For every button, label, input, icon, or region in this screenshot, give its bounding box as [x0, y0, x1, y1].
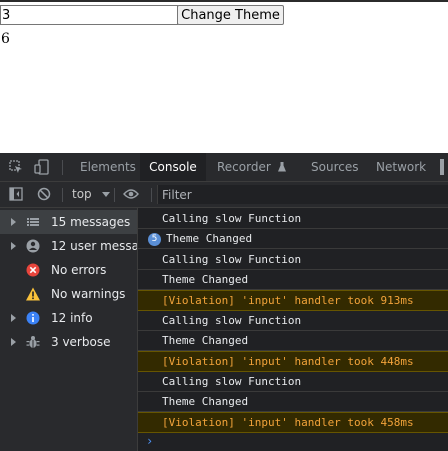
inspect-element-icon[interactable]	[6, 157, 26, 177]
user-icon	[25, 238, 41, 254]
console-message[interactable]: 5 Theme Changed	[138, 229, 448, 249]
tab-network[interactable]: Network	[376, 153, 426, 181]
expand-arrow-icon	[11, 242, 16, 250]
sidebar-item-info[interactable]: 12 info	[0, 306, 137, 330]
toolbar-divider	[114, 188, 115, 202]
console-message[interactable]: Calling slow Function	[138, 372, 448, 392]
tab-sources[interactable]: Sources	[311, 153, 358, 181]
expand-arrow-icon	[11, 314, 16, 322]
result-text: 6	[1, 31, 10, 47]
context-label: top	[72, 187, 92, 201]
console-toolbar: top	[0, 182, 448, 208]
message-text: Calling slow Function	[162, 375, 302, 388]
dropdown-arrow-icon	[101, 182, 110, 207]
sidebar-item-warnings[interactable]: No warnings	[0, 282, 137, 306]
tab-recorder[interactable]: Recorder	[217, 153, 286, 181]
console-prompt[interactable]: ›	[146, 434, 153, 448]
message-text: Theme Changed	[162, 273, 249, 286]
console-message[interactable]: Calling slow Function	[138, 311, 448, 331]
sidebar-item-label: 12 info	[51, 311, 93, 325]
context-selector[interactable]: top	[72, 182, 110, 207]
console-message[interactable]: Theme Changed	[138, 392, 448, 412]
error-icon	[25, 262, 41, 278]
message-text: Theme Changed	[162, 334, 249, 347]
tab-recorder-label: Recorder	[217, 160, 271, 174]
console-sidebar: 15 messages 12 user messa... No errors N…	[0, 208, 138, 451]
toolbar-divider	[151, 188, 152, 202]
console-violation-message[interactable]: [Violation] 'input' handler took 458ms	[138, 412, 448, 433]
console-messages: Calling slow Function 5 Theme Changed Ca…	[138, 208, 448, 451]
repeat-count-badge: 5	[148, 233, 161, 246]
warning-icon	[25, 286, 41, 302]
change-theme-button[interactable]: Change Theme	[177, 5, 284, 25]
console-message[interactable]: Theme Changed	[138, 270, 448, 290]
console-violation-message[interactable]: [Violation] 'input' handler took 913ms	[138, 290, 448, 311]
message-text: Calling slow Function	[162, 314, 302, 327]
console-message[interactable]: Calling slow Function	[138, 209, 448, 229]
devtools-panel: Elements Console Recorder Sources Networ…	[0, 153, 448, 451]
message-text: [Violation] 'input' handler took 913ms	[162, 294, 414, 307]
message-text: Calling slow Function	[162, 212, 302, 225]
console-violation-message[interactable]: [Violation] 'input' handler took 448ms	[138, 351, 448, 372]
device-toolbar-icon[interactable]	[32, 157, 52, 177]
sidebar-item-label: 3 verbose	[51, 335, 111, 349]
message-text: Theme Changed	[166, 232, 253, 245]
clear-console-icon[interactable]	[34, 184, 54, 204]
toolbar-divider	[62, 160, 63, 175]
expand-arrow-icon	[11, 338, 16, 346]
live-expression-eye-icon[interactable]	[121, 184, 141, 204]
sidebar-item-messages[interactable]: 15 messages	[0, 210, 137, 234]
page-content: Change Theme 6	[0, 2, 448, 152]
message-text: Theme Changed	[162, 395, 249, 408]
sidebar-item-errors[interactable]: No errors	[0, 258, 137, 282]
list-icon	[25, 214, 41, 230]
sidebar-item-label: 15 messages	[51, 215, 131, 229]
devtools-tabbar: Elements Console Recorder Sources Networ…	[0, 153, 448, 182]
console-message[interactable]: Calling slow Function	[138, 250, 448, 270]
console-filter-input[interactable]	[157, 185, 448, 204]
tab-console[interactable]: Console	[140, 153, 206, 181]
sidebar-item-verbose[interactable]: 3 verbose	[0, 330, 137, 354]
sidebar-item-label: No warnings	[51, 287, 126, 301]
flask-icon	[277, 154, 286, 182]
info-icon	[25, 310, 41, 326]
number-input[interactable]	[0, 5, 178, 25]
message-text: [Violation] 'input' handler took 458ms	[162, 416, 414, 429]
tab-elements[interactable]: Elements	[80, 153, 136, 181]
sidebar-item-user-messages[interactable]: 12 user messa...	[0, 234, 137, 258]
bug-icon	[25, 334, 41, 350]
message-text: Calling slow Function	[162, 253, 302, 266]
expand-arrow-icon	[11, 218, 16, 226]
toolbar-divider	[62, 188, 63, 202]
sidebar-item-label: 12 user messa...	[51, 239, 137, 253]
message-text: [Violation] 'input' handler took 448ms	[162, 355, 414, 368]
more-tabs-indicator[interactable]	[440, 153, 448, 181]
sidebar-item-label: No errors	[51, 263, 107, 277]
sidebar-toggle-icon[interactable]	[6, 184, 26, 204]
console-message[interactable]: Theme Changed	[138, 331, 448, 351]
